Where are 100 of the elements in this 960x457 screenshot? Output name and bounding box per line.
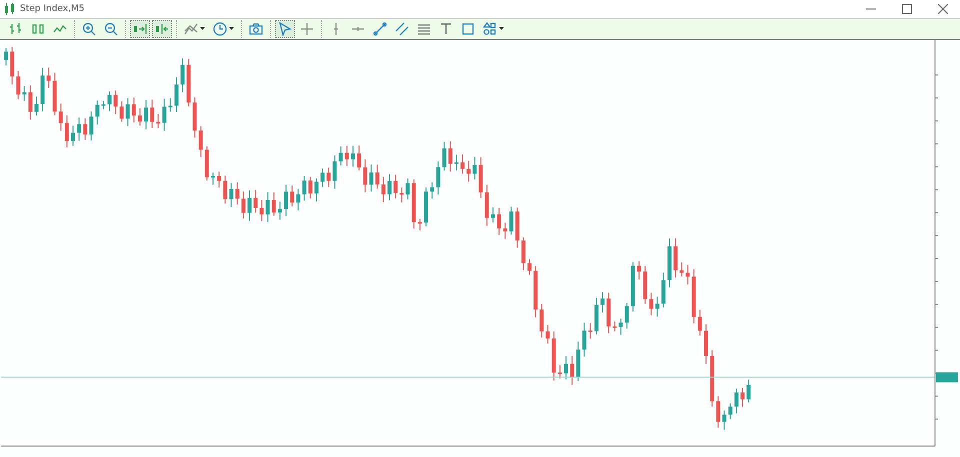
window-title: Step Index,M5 bbox=[20, 4, 84, 14]
candle bbox=[630, 261, 635, 312]
candle bbox=[241, 190, 246, 219]
candle bbox=[692, 268, 696, 324]
candle bbox=[460, 154, 465, 174]
candle bbox=[260, 199, 264, 222]
candle bbox=[369, 164, 374, 192]
candle bbox=[266, 192, 270, 222]
chart-shift-icon bbox=[155, 22, 169, 36]
candle bbox=[674, 238, 678, 278]
candle bbox=[497, 207, 502, 236]
candle bbox=[71, 125, 75, 146]
candle bbox=[52, 72, 57, 116]
candle bbox=[734, 388, 738, 414]
maximize-icon[interactable] bbox=[902, 4, 912, 14]
candle bbox=[144, 99, 148, 130]
candle bbox=[28, 84, 32, 120]
candle bbox=[174, 76, 178, 112]
candle bbox=[534, 266, 538, 318]
candle bbox=[667, 238, 672, 288]
candle bbox=[272, 192, 276, 216]
candle bbox=[546, 324, 550, 344]
candle bbox=[10, 46, 14, 85]
candle bbox=[606, 292, 611, 334]
candle bbox=[302, 175, 306, 201]
cursor-icon bbox=[278, 22, 292, 36]
candle bbox=[58, 103, 63, 132]
candle bbox=[637, 260, 642, 280]
candle bbox=[308, 176, 312, 199]
candle bbox=[643, 265, 648, 304]
candle bbox=[64, 114, 69, 148]
candle bbox=[722, 410, 726, 430]
cursor-button[interactable] bbox=[275, 20, 295, 38]
rectangle-icon bbox=[461, 22, 475, 36]
candle bbox=[716, 396, 720, 428]
candle bbox=[618, 318, 623, 336]
candle bbox=[46, 67, 51, 88]
candle bbox=[296, 188, 300, 211]
caret-icon bbox=[229, 27, 234, 30]
candle bbox=[521, 236, 526, 271]
candle bbox=[746, 379, 751, 403]
candle bbox=[686, 264, 690, 285]
candle bbox=[34, 96, 38, 116]
candle bbox=[552, 330, 556, 381]
candle bbox=[588, 322, 592, 339]
candle bbox=[394, 174, 398, 199]
shapes-button[interactable] bbox=[480, 20, 507, 38]
candle bbox=[278, 201, 282, 220]
candle bbox=[424, 186, 428, 227]
candle bbox=[680, 262, 684, 277]
candle bbox=[540, 303, 544, 338]
indicators-icon bbox=[184, 22, 198, 36]
candle bbox=[582, 322, 586, 357]
candle bbox=[332, 154, 337, 190]
candle bbox=[503, 222, 508, 240]
candle bbox=[95, 100, 100, 125]
candle bbox=[381, 176, 386, 203]
candle bbox=[576, 341, 580, 382]
candle bbox=[229, 182, 234, 208]
close-icon[interactable] bbox=[938, 4, 948, 14]
candle bbox=[375, 164, 380, 190]
candle bbox=[698, 309, 702, 336]
candle bbox=[388, 174, 392, 201]
candle bbox=[186, 58, 191, 107]
caret-icon bbox=[499, 27, 504, 30]
candle bbox=[290, 184, 294, 207]
candle bbox=[490, 206, 495, 223]
text-icon bbox=[439, 22, 453, 36]
candle bbox=[436, 160, 440, 195]
candle bbox=[162, 98, 166, 132]
candle bbox=[430, 182, 434, 200]
candle bbox=[101, 100, 106, 110]
candle bbox=[357, 144, 362, 171]
candle bbox=[454, 154, 458, 171]
candle bbox=[114, 90, 118, 114]
auto-scroll-button[interactable] bbox=[130, 20, 150, 38]
candle bbox=[704, 324, 708, 364]
fibonacci-icon bbox=[417, 22, 431, 36]
candle bbox=[478, 156, 483, 198]
candle bbox=[168, 98, 172, 112]
bar-chart-icon bbox=[9, 22, 23, 36]
candles-app-icon bbox=[4, 2, 16, 15]
trend-line-icon bbox=[373, 22, 387, 36]
chart-shift-button[interactable] bbox=[152, 20, 172, 38]
candle bbox=[661, 272, 666, 308]
candle bbox=[223, 175, 228, 204]
candle bbox=[89, 110, 94, 141]
candle bbox=[400, 186, 404, 203]
candle bbox=[77, 116, 82, 142]
candle bbox=[509, 206, 514, 235]
candle bbox=[211, 172, 215, 186]
candles-icon bbox=[31, 22, 45, 36]
candle bbox=[235, 182, 240, 205]
screenshot-icon bbox=[249, 22, 263, 36]
auto-scroll-icon bbox=[133, 22, 147, 36]
candle bbox=[624, 302, 629, 329]
zoom-out-icon bbox=[104, 22, 118, 36]
candle bbox=[363, 158, 368, 193]
candle bbox=[600, 292, 605, 313]
candle bbox=[217, 171, 222, 188]
